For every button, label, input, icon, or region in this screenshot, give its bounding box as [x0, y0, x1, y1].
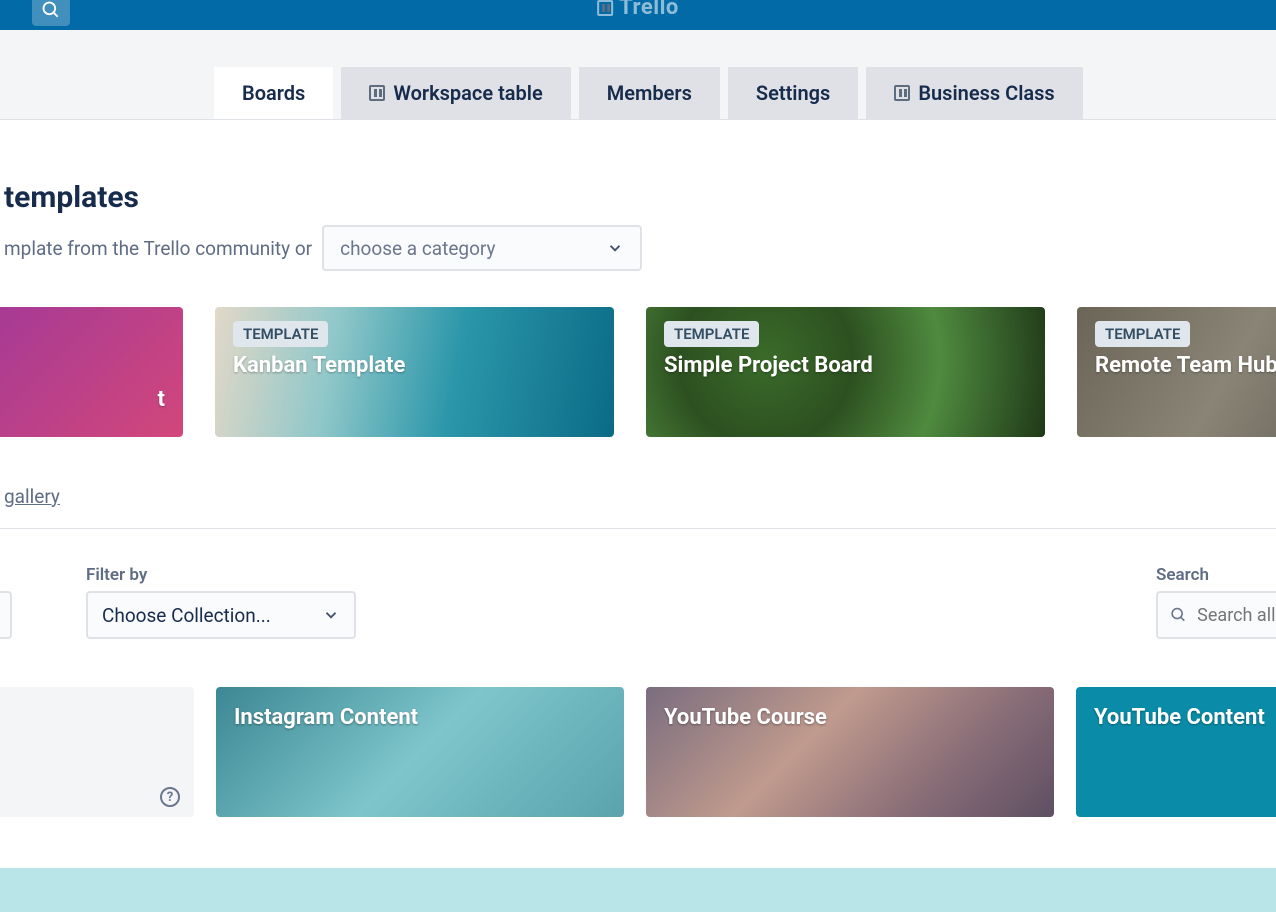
- main-content: templates mplate from the Trello communi…: [0, 180, 1276, 817]
- topbar: Trello: [0, 0, 1276, 30]
- search-icon: [41, 0, 61, 20]
- create-board-line1: w board: [0, 721, 176, 744]
- filter-by-group: Filter by Choose Collection...: [24, 565, 356, 639]
- category-select[interactable]: choose a category: [322, 225, 642, 271]
- template-card[interactable]: TEMPLATE Simple Project Board: [646, 307, 1045, 437]
- briefcase-icon: [894, 85, 910, 101]
- templates-subtitle-row: mplate from the Trello community or choo…: [4, 225, 1276, 271]
- templates-heading: templates: [4, 180, 1276, 215]
- sort-select[interactable]: [0, 591, 12, 639]
- board-card-title: YouTube Course: [664, 705, 827, 730]
- section-divider: [0, 528, 1276, 529]
- search-input[interactable]: [1197, 605, 1276, 626]
- gallery-link[interactable]: gallery: [4, 485, 60, 508]
- template-badge: TEMPLATE: [1095, 321, 1190, 347]
- workspace-tabbar: Boards Workspace table Members Settings …: [0, 30, 1276, 120]
- template-card-title: Kanban Template: [233, 353, 596, 378]
- template-card-title: Simple Project Board: [664, 353, 1027, 378]
- footer-bar: [0, 868, 1276, 912]
- template-card[interactable]: TEMPLATE Remote Team Hub: [1077, 307, 1276, 437]
- chevron-down-icon: [322, 606, 340, 624]
- chevron-down-icon: [606, 239, 624, 257]
- search-label: Search: [1156, 565, 1276, 585]
- board-card[interactable]: YouTube Content: [1076, 687, 1276, 817]
- templates-subtitle-text: mplate from the Trello community or: [4, 237, 312, 260]
- workspace-search[interactable]: [1156, 591, 1276, 639]
- search-group: Search: [1156, 565, 1276, 639]
- tab-workspace-table[interactable]: Workspace table: [341, 67, 570, 119]
- boards-row: w board ning ? Instagram Content YouTube…: [0, 687, 1276, 817]
- brand-text: Trello: [619, 0, 679, 20]
- tab-members[interactable]: Members: [579, 67, 720, 119]
- trello-icon: [597, 0, 613, 16]
- board-card[interactable]: Instagram Content: [216, 687, 624, 817]
- board-card[interactable]: YouTube Course: [646, 687, 1054, 817]
- template-cards-row: TEMPLATE t TEMPLATE Kanban Template TEMP…: [0, 307, 1276, 437]
- tab-business-class[interactable]: Business Class: [866, 67, 1082, 119]
- template-card-title: Remote Team Hub: [1095, 353, 1276, 378]
- table-icon: [369, 85, 385, 101]
- board-card-title: YouTube Content: [1094, 705, 1265, 730]
- tab-boards[interactable]: Boards: [214, 67, 333, 119]
- template-badge: TEMPLATE: [664, 321, 759, 347]
- board-card-title: Instagram Content: [234, 705, 418, 730]
- create-board-card[interactable]: w board ning ?: [0, 687, 194, 817]
- search-icon: [1170, 605, 1187, 625]
- help-icon[interactable]: ?: [160, 787, 180, 807]
- brand-logo: Trello: [597, 0, 679, 20]
- create-board-line2: ning: [0, 750, 176, 769]
- collection-select[interactable]: Choose Collection...: [86, 591, 356, 639]
- template-card[interactable]: TEMPLATE t: [0, 307, 183, 437]
- template-card[interactable]: TEMPLATE Kanban Template: [215, 307, 614, 437]
- filter-by-label: Filter by: [86, 565, 356, 585]
- collection-placeholder: Choose Collection...: [102, 604, 271, 627]
- global-search-button[interactable]: [32, 0, 70, 26]
- filter-bar: Filter by Choose Collection... Search: [0, 565, 1276, 639]
- category-select-placeholder: choose a category: [340, 237, 495, 260]
- tab-settings[interactable]: Settings: [728, 67, 858, 119]
- template-card-title: t: [0, 387, 165, 412]
- template-badge: TEMPLATE: [233, 321, 328, 347]
